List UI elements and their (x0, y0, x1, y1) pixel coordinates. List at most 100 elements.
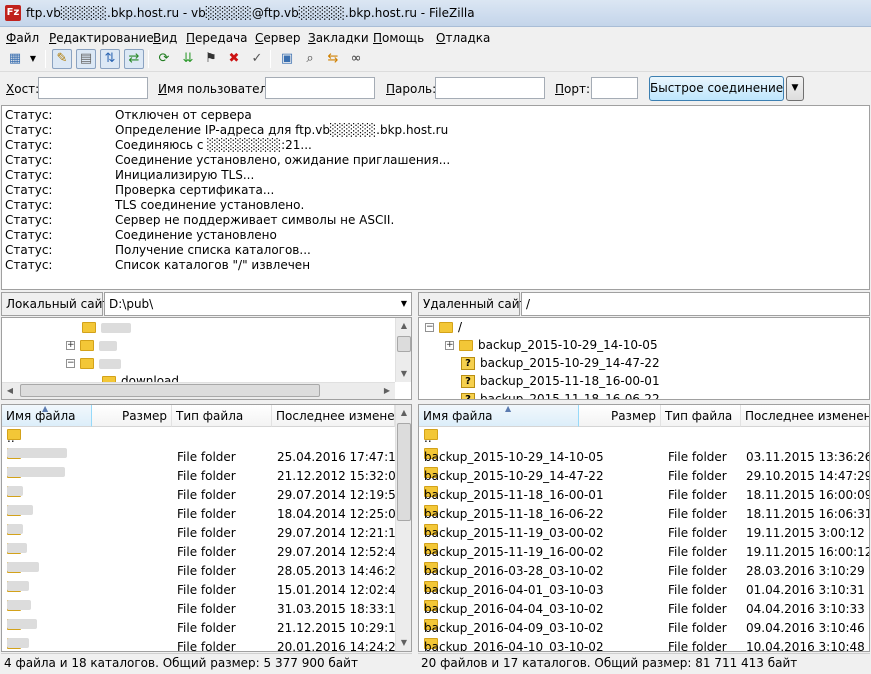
toggle-log-icon[interactable]: ✎ (52, 49, 72, 69)
file-row[interactable]: backup_2015-10-29_14-47-22 File folder 29.… (419, 467, 869, 486)
file-row[interactable]: backup_2016-04-10_03-10-02 File folder 10.… (419, 638, 869, 651)
menu-server[interactable]: Сервер (255, 31, 300, 45)
refresh-icon[interactable]: ⟳ (154, 49, 174, 69)
quickconnect-history-dropdown[interactable]: ▼ (786, 76, 804, 101)
file-row[interactable]: File folder 18.04.2014 12:25:02 (2, 505, 403, 524)
expand-icon[interactable]: + (66, 341, 75, 350)
tree-node[interactable]: ? backup_2015-10-29_14-47-22 (461, 354, 660, 372)
file-row[interactable]: backup_2016-03-28_03-10-02 File folder 28.… (419, 562, 869, 581)
file-row[interactable]: File folder 21.12.2012 15:32:08 (2, 467, 403, 486)
quickconnect-button[interactable]: Быстрое соединение (649, 76, 784, 101)
folder-icon (439, 322, 453, 333)
remote-site-label: Удаленный сайт: (418, 292, 531, 316)
remote-col-size[interactable]: Размер (579, 405, 661, 427)
toggle-remote-tree-icon[interactable]: ⇅ (100, 49, 120, 69)
compare-icon[interactable]: ▣ (277, 49, 297, 69)
port-input[interactable] (591, 77, 638, 99)
remote-site-bar: Удаленный сайт: / (418, 292, 870, 316)
file-row[interactable]: backup_2016-04-09_03-10-02 File folder 09.… (419, 619, 869, 638)
host-input[interactable] (38, 77, 148, 99)
collapse-icon[interactable]: − (66, 359, 75, 368)
quickconnect-bar: Хост: Имя пользователя Пароль: Порт: Быс… (0, 73, 871, 103)
filezilla-logo-icon: Fz (5, 5, 21, 21)
tree-node[interactable] (82, 318, 131, 336)
password-input[interactable] (435, 77, 545, 99)
file-row[interactable]: backup_2015-11-18_16-00-01 File folder 18.… (419, 486, 869, 505)
local-site-label: Локальный сайт: (1, 292, 113, 316)
file-row[interactable]: .. (2, 429, 395, 448)
menu-edit[interactable]: Редактирование (49, 31, 154, 45)
username-input[interactable] (265, 77, 375, 99)
file-row[interactable]: .. (419, 429, 869, 448)
local-tree-hscroll[interactable]: ◀ ▶ (2, 382, 395, 399)
search-icon[interactable]: ⌕ (300, 49, 320, 69)
file-row[interactable]: File folder 31.03.2015 18:33:17 (2, 600, 403, 619)
file-row[interactable]: File folder 20.01.2016 14:24:23 (2, 638, 403, 651)
local-site-bar: Локальный сайт: D:\pub\ ▼ (1, 292, 412, 316)
local-col-modified[interactable]: Последнее измене... (272, 405, 395, 427)
menu-bar: Файл Редактирование Вид Передача Сервер … (0, 27, 871, 47)
site-manager-dropdown-icon[interactable]: ▼ (26, 49, 40, 69)
local-col-filename[interactable]: ▲ Имя файла (2, 405, 92, 427)
menu-bookmarks[interactable]: Закладки (308, 31, 369, 45)
menu-transfer[interactable]: Передача (186, 31, 248, 45)
menu-file[interactable]: Файл (6, 31, 39, 45)
file-row[interactable]: backup_2015-11-19_16-00-02 File folder 19.… (419, 543, 869, 562)
file-row[interactable]: File folder 29.07.2014 12:21:14 (2, 524, 403, 543)
file-row[interactable]: File folder 25.04.2016 17:47:19 (2, 448, 403, 467)
local-col-type[interactable]: Тип файла (172, 405, 272, 427)
remote-col-filename[interactable]: ▲ Имя файла (419, 405, 579, 427)
folder-icon (80, 340, 94, 351)
local-path-combo[interactable]: D:\pub\ ▼ (104, 292, 412, 316)
file-row[interactable]: backup_2016-04-04_03-10-02 File folder 04.… (419, 600, 869, 619)
local-file-list[interactable]: ▲ Имя файла Размер Тип файла Последнее из… (1, 404, 412, 652)
process-queue-icon[interactable]: ⇊ (178, 49, 198, 69)
file-row[interactable]: File folder 21.12.2015 10:29:10 (2, 619, 403, 638)
unknown-folder-icon: ? (461, 393, 475, 399)
tree-node[interactable]: + (66, 336, 117, 354)
cancel-icon[interactable]: ✖ (224, 49, 244, 69)
title-bar: Fz ftp.vb░░░░░.bkp.host.ru - vb░░░░░@ftp… (0, 0, 871, 27)
remote-col-modified[interactable]: Последнее изменение (741, 405, 869, 427)
menu-debug[interactable]: Отладка (436, 31, 490, 45)
file-row[interactable]: backup_2015-10-29_14-10-05 File folder 03.… (419, 448, 869, 467)
remote-col-type[interactable]: Тип файла (661, 405, 741, 427)
sort-asc-icon: ▲ (42, 405, 49, 413)
sync-browse-icon[interactable]: ⇆ (323, 49, 343, 69)
local-col-size[interactable]: Размер (92, 405, 172, 427)
file-row[interactable]: backup_2015-11-18_16-06-22 File folder 18.… (419, 505, 869, 524)
folder-icon (459, 340, 473, 351)
port-label: Порт: (555, 82, 591, 96)
file-row[interactable]: backup_2016-04-01_03-10-03 File folder 01.… (419, 581, 869, 600)
local-path-value: D:\pub\ (109, 297, 154, 311)
tree-node[interactable]: − (66, 354, 121, 372)
file-row[interactable]: backup_2015-11-19_03-00-02 File folder 19.… (419, 524, 869, 543)
disconnect-icon[interactable]: ✓ (247, 49, 267, 69)
menu-help[interactable]: Помощь (373, 31, 424, 45)
tree-node[interactable]: ? backup_2015-11-18_16-00-01 (461, 372, 660, 390)
chevron-down-icon[interactable]: ▼ (401, 293, 407, 315)
local-tree-vscroll[interactable]: ▲ ▼ (395, 318, 411, 382)
remote-directory-tree[interactable]: − / + backup_2015-10-29_14-10-05 ? backup_2… (418, 317, 870, 400)
local-directory-tree[interactable]: + − download ▲ ▼ ◀ ▶ (1, 317, 412, 400)
toggle-local-tree-icon[interactable]: ▤ (76, 49, 96, 69)
tree-node-root[interactable]: − / (425, 318, 462, 336)
filter-icon[interactable]: ⚑ (201, 49, 221, 69)
file-row[interactable]: File folder 29.07.2014 12:52:48 (2, 543, 403, 562)
remote-file-list[interactable]: ▲ Имя файла Размер Тип файла Последнее из… (418, 404, 870, 652)
message-log[interactable]: Статус: Отключен от сервера Статус: Опреде… (1, 105, 870, 290)
expand-icon[interactable]: + (445, 341, 454, 350)
toggle-queue-icon[interactable]: ⇄ (124, 49, 144, 69)
remote-path-input[interactable]: / (521, 292, 870, 316)
tree-node[interactable]: ? backup_2015-11-18_16-06-22 (461, 390, 660, 399)
local-list-vscroll[interactable]: ▲ ▼ (395, 405, 411, 651)
file-row[interactable]: File folder 15.01.2014 12:02:47 (2, 581, 403, 600)
site-manager-icon[interactable]: ▦ (5, 49, 25, 69)
collapse-icon[interactable]: − (425, 323, 434, 332)
file-row[interactable]: File folder 29.07.2014 12:19:52 (2, 486, 403, 505)
tree-node[interactable]: + backup_2015-10-29_14-10-05 (445, 336, 658, 354)
find-files-icon[interactable]: ∞ (346, 49, 366, 69)
file-row[interactable]: File folder 28.05.2013 14:46:22 (2, 562, 403, 581)
remote-status-bar: 20 файлов и 17 каталогов. Общий размер: … (418, 653, 870, 674)
menu-view[interactable]: Вид (153, 31, 177, 45)
